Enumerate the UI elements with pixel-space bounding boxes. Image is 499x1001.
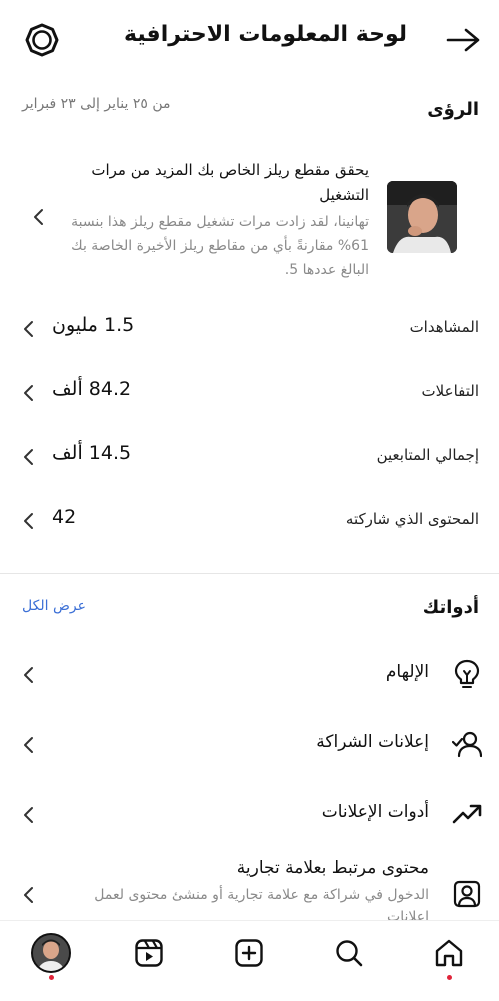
chevron-left-icon bbox=[24, 321, 33, 337]
tool-label: محتوى مرتبط بعلامة تجارية bbox=[236, 858, 429, 878]
metric-label: المحتوى الذي شاركته bbox=[345, 510, 479, 528]
metric-row-followers[interactable]: إجمالي المتابعين 14.5 ألف bbox=[0, 436, 499, 476]
metric-row-interactions[interactable]: التفاعلات 84.2 ألف bbox=[0, 372, 499, 412]
partnership-icon bbox=[451, 728, 483, 760]
insight-body: تهانينا، لقد زادت مرات تشغيل مقطع ريلز ه… bbox=[71, 214, 369, 278]
lightbulb-icon bbox=[451, 658, 483, 690]
metric-value: 42 bbox=[52, 506, 77, 528]
tool-row-partnership-ads[interactable]: إعلانات الشراكة bbox=[0, 716, 499, 772]
gear-icon bbox=[25, 23, 59, 57]
metric-row-views[interactable]: المشاهدات 1.5 مليون bbox=[0, 308, 499, 348]
date-range: من ٢٥ يناير إلى ٢٣ فبراير bbox=[22, 96, 171, 112]
see-all-link[interactable]: عرض الكل bbox=[22, 598, 86, 614]
search-icon bbox=[336, 940, 363, 967]
reels-icon bbox=[135, 939, 163, 967]
nav-reels[interactable] bbox=[127, 931, 171, 975]
metric-value: 14.5 ألف bbox=[52, 442, 132, 464]
tool-label: إعلانات الشراكة bbox=[316, 732, 429, 752]
nav-search[interactable] bbox=[327, 931, 371, 975]
metric-value: 84.2 ألف bbox=[52, 378, 132, 400]
reel-thumbnail bbox=[387, 181, 457, 253]
bottom-nav bbox=[0, 920, 499, 1001]
tool-description: الدخول في شراكة مع علامة تجارية أو منشئ … bbox=[94, 887, 429, 920]
chevron-left-icon bbox=[24, 449, 33, 465]
metric-label: المشاهدات bbox=[409, 318, 479, 336]
chevron-left-icon bbox=[24, 513, 33, 529]
header: لوحة المعلومات الاحترافية bbox=[0, 0, 499, 80]
chevron-left-icon bbox=[24, 737, 33, 753]
insights-heading: الرؤى bbox=[427, 99, 479, 120]
tool-label: أدوات الإعلانات bbox=[321, 802, 429, 822]
metric-value: 1.5 مليون bbox=[52, 314, 135, 336]
section-divider bbox=[0, 573, 499, 574]
notification-dot bbox=[447, 975, 452, 980]
chevron-left-icon bbox=[24, 887, 33, 903]
home-icon bbox=[435, 939, 463, 967]
nav-create[interactable] bbox=[227, 931, 271, 975]
insight-title: يحقق مقطع ريلز الخاص بك المزيد من مرات ا… bbox=[91, 161, 369, 204]
metric-label: إجمالي المتابعين bbox=[376, 446, 479, 464]
trending-up-icon bbox=[451, 798, 483, 830]
tool-label: الإلهام bbox=[385, 662, 429, 682]
page-title: لوحة المعلومات الاحترافية bbox=[123, 22, 407, 47]
chevron-left-icon bbox=[24, 385, 33, 401]
chevron-left-icon bbox=[24, 667, 33, 683]
back-button[interactable] bbox=[445, 22, 481, 58]
chevron-left-icon bbox=[24, 807, 33, 823]
reel-insight-card[interactable]: يحقق مقطع ريلز الخاص بك المزيد من مرات ا… bbox=[0, 150, 499, 290]
tool-row-inspiration[interactable]: الإلهام bbox=[0, 646, 499, 702]
nav-home[interactable] bbox=[427, 931, 471, 980]
metric-row-content-shared[interactable]: المحتوى الذي شاركته 42 bbox=[0, 500, 499, 540]
nav-profile[interactable] bbox=[29, 931, 73, 980]
create-icon bbox=[235, 939, 263, 967]
arrow-right-icon bbox=[446, 28, 480, 52]
tool-row-ad-tools[interactable]: أدوات الإعلانات bbox=[0, 786, 499, 842]
notification-dot bbox=[49, 975, 54, 980]
metric-label: التفاعلات bbox=[421, 382, 479, 400]
profile-avatar bbox=[31, 933, 71, 973]
branded-content-icon bbox=[451, 878, 483, 910]
tools-heading: أدواتك bbox=[422, 597, 479, 618]
settings-button[interactable] bbox=[20, 20, 64, 60]
chevron-left-icon bbox=[34, 209, 43, 225]
